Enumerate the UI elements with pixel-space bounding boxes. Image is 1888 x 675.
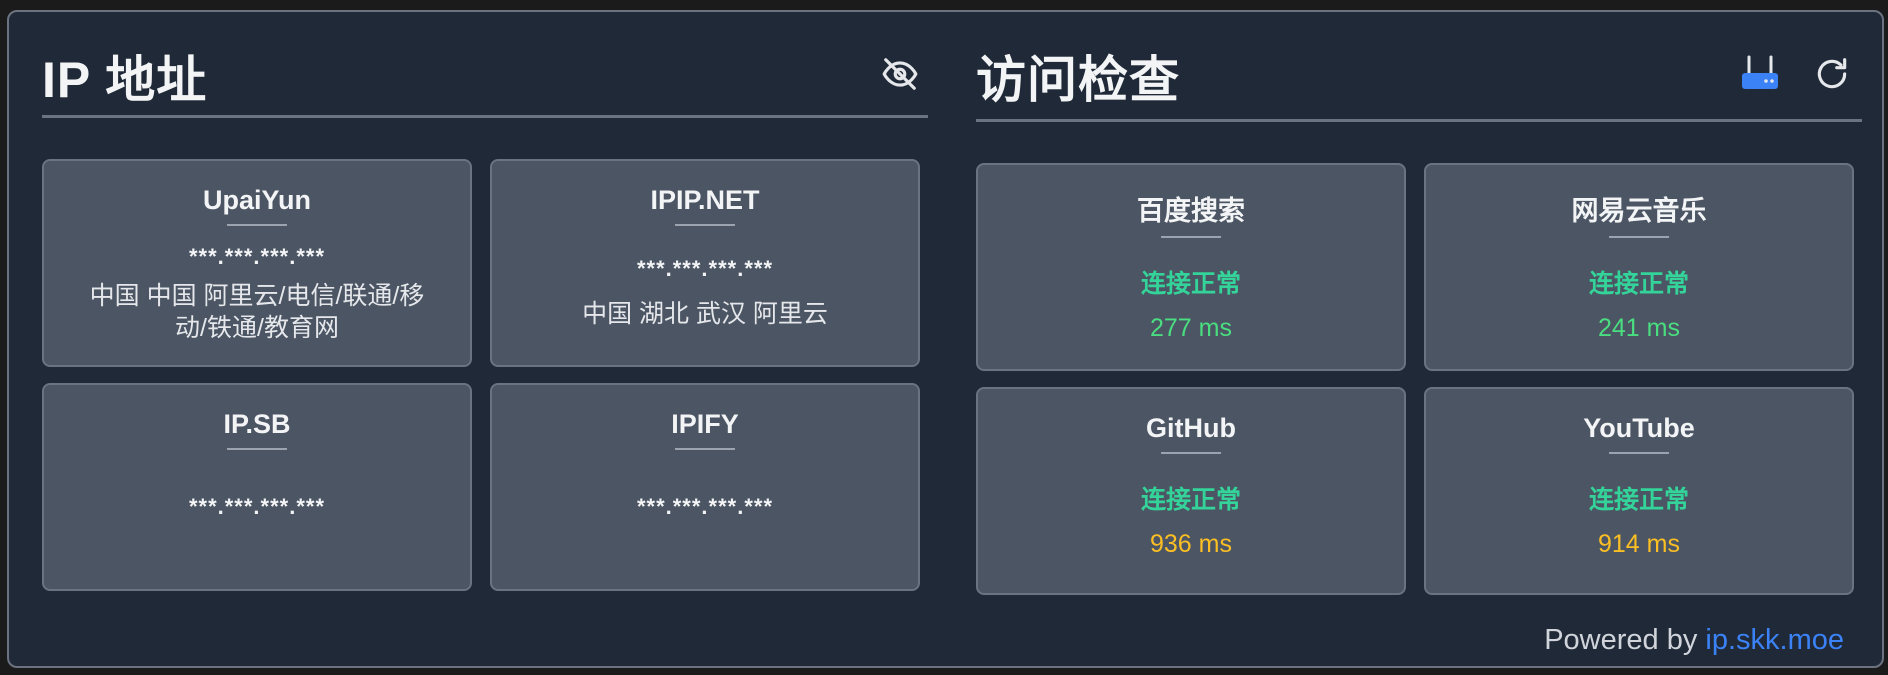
access-card-github: GitHub 连接正常 936 ms — [976, 387, 1406, 595]
ip-value: ***.***.***.*** — [636, 494, 774, 519]
card-title: UpaiYun — [202, 185, 311, 215]
ip-section-header: IP 地址 — [42, 30, 928, 118]
divider — [227, 224, 287, 226]
status-text: 连接正常 — [1588, 270, 1689, 298]
card-title: 百度搜索 — [1137, 196, 1245, 226]
status-text: 连接正常 — [1140, 486, 1241, 514]
access-card-youtube: YouTube 连接正常 914 ms — [1424, 387, 1854, 595]
router-icon[interactable] — [1738, 52, 1782, 96]
status-text: 连接正常 — [1140, 270, 1241, 298]
divider — [675, 224, 735, 226]
latency-value: 914 ms — [1598, 530, 1680, 558]
ip-value: ***.***.***.*** — [636, 256, 774, 281]
eye-off-icon[interactable] — [878, 52, 922, 96]
latency-value: 277 ms — [1150, 314, 1232, 342]
footer-link[interactable]: ip.skk.moe — [1705, 624, 1844, 656]
ip-card-ipify: IPIFY ***.***.***.*** — [490, 383, 920, 591]
latency-value: 241 ms — [1598, 314, 1680, 342]
ip-value: ***.***.***.*** — [188, 494, 326, 519]
ip-value: ***.***.***.*** — [188, 244, 326, 269]
latency-value: 936 ms — [1150, 530, 1232, 558]
access-section: 访问检查 百度搜索 连接正常 277 ms 网易云音乐 连接正常 241 ms … — [976, 30, 1862, 595]
divider — [1161, 452, 1221, 454]
ip-card-ipip: IPIP.NET ***.***.***.*** 中国 湖北 武汉 阿里云 — [490, 159, 920, 367]
card-title: IP.SB — [223, 409, 291, 439]
access-card-baidu: 百度搜索 连接正常 277 ms — [976, 163, 1406, 371]
panel: IP 地址 UpaiYun ***.***.***.*** 中国 中国 阿里云/… — [7, 10, 1884, 668]
ip-card-upaiyun: UpaiYun ***.***.***.*** 中国 中国 阿里云/电信/联通/… — [42, 159, 472, 367]
ip-location: 中国 湖北 武汉 阿里云 — [582, 300, 828, 328]
access-card-grid: 百度搜索 连接正常 277 ms 网易云音乐 连接正常 241 ms GitHu… — [976, 163, 1854, 595]
access-section-title: 访问检查 — [976, 52, 1180, 108]
ip-location: 中国 中国 阿里云/电信/联通/移动/铁通/教育网 — [89, 282, 425, 342]
footer: Powered by ip.skk.moe — [1544, 624, 1844, 657]
divider — [1609, 236, 1669, 238]
divider — [227, 448, 287, 450]
ip-section-title: IP 地址 — [42, 52, 208, 108]
status-text: 连接正常 — [1588, 486, 1689, 514]
card-title: 网易云音乐 — [1571, 196, 1707, 226]
card-title: YouTube — [1583, 413, 1695, 443]
divider — [675, 448, 735, 450]
ip-card-grid: UpaiYun ***.***.***.*** 中国 中国 阿里云/电信/联通/… — [42, 159, 920, 591]
access-section-header: 访问检查 — [976, 30, 1862, 122]
divider — [1161, 236, 1221, 238]
divider — [1609, 452, 1669, 454]
card-title: GitHub — [1146, 413, 1236, 443]
ip-card-ipsb: IP.SB ***.***.***.*** — [42, 383, 472, 591]
ip-section: IP 地址 UpaiYun ***.***.***.*** 中国 中国 阿里云/… — [42, 30, 928, 591]
card-title: IPIFY — [671, 409, 739, 439]
access-card-netease: 网易云音乐 连接正常 241 ms — [1424, 163, 1854, 371]
footer-prefix: Powered by — [1544, 624, 1706, 656]
refresh-icon[interactable] — [1810, 52, 1854, 96]
card-title: IPIP.NET — [650, 185, 760, 215]
